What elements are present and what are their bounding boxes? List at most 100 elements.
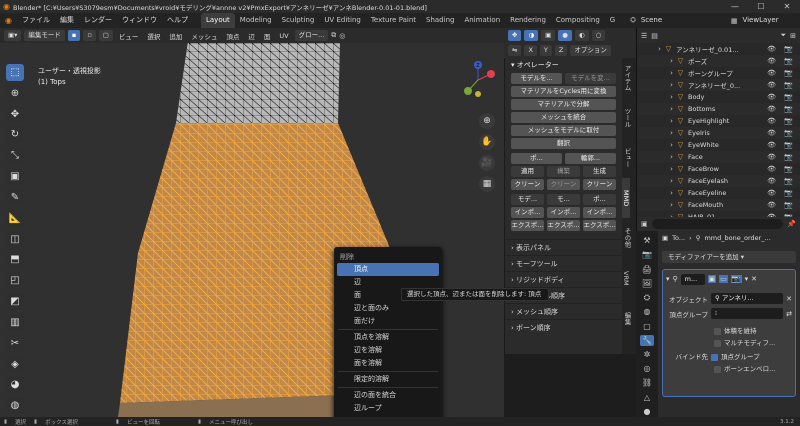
outliner-item[interactable]: › ▽ アンネリーゼ_0.01... 👁 📷 [637, 43, 800, 55]
output-properties-icon[interactable]: 🖨 [640, 263, 654, 274]
tab-view[interactable]: ビュー [622, 138, 632, 178]
tab-modeling[interactable]: Modeling [235, 13, 277, 28]
export-model-button[interactable]: エクスポ... [511, 220, 544, 231]
attach-mesh-button[interactable]: メッシュをモデルに取付 [511, 125, 616, 136]
render-properties-icon[interactable]: 📷 [640, 249, 654, 260]
outliner-item[interactable]: › ▽ EyeIris 👁 📷 [637, 127, 800, 139]
export-pose-button[interactable]: エクスポ... [583, 220, 616, 231]
menu-select[interactable]: 選択 [144, 31, 163, 41]
poly-build-tool-icon[interactable]: ◈ [6, 355, 24, 373]
visibility-toggle-icon[interactable]: 👁 📷 [767, 177, 800, 185]
expand-arrow-icon[interactable]: › [667, 117, 676, 125]
transform-orientation-selector[interactable]: グロー... [294, 30, 329, 41]
shading-solid-icon[interactable]: ● [558, 30, 572, 41]
menu-edge[interactable]: 辺 [245, 31, 258, 41]
zoom-icon[interactable]: ⊕ [479, 113, 495, 129]
visibility-toggle-icon[interactable]: 👁 📷 [767, 117, 800, 125]
merge-meshes-button[interactable]: メッシュを統合 [511, 112, 616, 123]
tab-geometry[interactable]: G [605, 13, 620, 28]
menu-vertex[interactable]: 頂点 [223, 31, 242, 41]
realtime-toggle-icon[interactable]: ▭ [719, 275, 728, 283]
delete-edges-faces-item[interactable]: 辺と面のみ [334, 302, 442, 315]
visibility-toggle-icon[interactable]: 👁 📷 [767, 105, 800, 113]
model-io-button[interactable]: モデ... [511, 194, 544, 205]
particles-properties-icon[interactable]: ✲ [640, 349, 654, 360]
menu-edit[interactable]: 編集 [55, 13, 79, 28]
generate-button[interactable]: 生成 [583, 166, 616, 177]
blender-menu-icon[interactable]: ◉ [0, 16, 17, 25]
menu-mesh[interactable]: メッシュ [188, 31, 220, 41]
knife-tool-icon[interactable]: ✂ [6, 334, 24, 352]
tab-sculpting[interactable]: Sculpting [277, 13, 320, 28]
world-properties-icon[interactable]: ◍ [640, 306, 654, 317]
delete-vertices-item[interactable]: 頂点 [337, 263, 439, 276]
expand-arrow-icon[interactable]: › [667, 129, 676, 137]
split-by-material-button[interactable]: マテリアルで分解 [511, 99, 616, 110]
visibility-toggle-icon[interactable]: 👁 📷 [767, 93, 800, 101]
tab-mmd[interactable]: MMD [622, 178, 630, 218]
snap-icon[interactable]: ⧉ [331, 31, 336, 40]
visibility-toggle-icon[interactable]: 👁 📷 [767, 57, 800, 65]
shading-material-icon[interactable]: ◐ [574, 30, 589, 41]
export-motion-button[interactable]: エクスポ... [547, 220, 580, 231]
multi-modifier-checkbox[interactable]: マルチモディフ... [714, 337, 792, 349]
pose-button[interactable]: ポ... [511, 153, 562, 164]
face-select-mode-icon[interactable]: ▢ [98, 30, 113, 41]
visibility-toggle-icon[interactable]: 👁 📷 [767, 153, 800, 161]
outliner-editor-icon[interactable]: ☰ [641, 32, 647, 40]
expand-arrow-icon[interactable]: › [667, 189, 676, 197]
clean-button-2[interactable]: クリーン [547, 179, 580, 190]
expand-arrow-icon[interactable]: › [655, 45, 664, 53]
tab-animation[interactable]: Animation [459, 13, 505, 28]
expand-arrow-icon[interactable]: › [667, 153, 676, 161]
scene-properties-icon[interactable]: ⛭ [640, 292, 654, 303]
properties-search[interactable] [651, 219, 784, 229]
properties-editor-icon[interactable]: ▣ [641, 220, 648, 228]
limited-dissolve-item[interactable]: 限定的溶解 [334, 373, 442, 386]
collapse-chevron-icon[interactable]: ▾ [666, 275, 670, 283]
gizmo-y-axis[interactable] [464, 87, 472, 95]
viewlayer-selector[interactable]: ViewLayer [737, 13, 783, 28]
rotate-tool-icon[interactable]: ↻ [6, 126, 24, 144]
annotate-tool-icon[interactable]: ✎ [6, 188, 24, 206]
tab-misc[interactable]: その他 [622, 218, 632, 258]
import-model-button[interactable]: インポ... [511, 207, 544, 218]
show-overlays-icon[interactable]: ◑ [524, 30, 539, 41]
visibility-toggle-icon[interactable]: 👁 📷 [767, 141, 800, 149]
tab-layout[interactable]: Layout [200, 13, 235, 28]
select-tool-icon[interactable]: ⬚ [6, 64, 24, 81]
outliner-item[interactable]: › ▽ FaceEyeline 👁 📷 [637, 187, 800, 199]
tab-texture-paint[interactable]: Texture Paint [366, 13, 421, 28]
tab-rendering[interactable]: Rendering [505, 13, 551, 28]
delete-only-faces-item[interactable]: 面だけ [334, 315, 442, 328]
convert-cycles-button[interactable]: マテリアルをCycles用に変換 [511, 86, 616, 97]
material-properties-icon[interactable]: ● [640, 406, 654, 417]
outliner-item[interactable]: › ▽ Body 👁 📷 [637, 91, 800, 103]
tab-uv-editing[interactable]: UV Editing [319, 13, 366, 28]
scene-selector[interactable]: Scene [636, 13, 731, 28]
bone-envelope-checkbox[interactable]: ボーンエンベロ... [714, 363, 792, 375]
mode-selector[interactable]: 編集モード [24, 30, 65, 41]
vertex-groups-checkbox[interactable]: 頂点グループ [711, 351, 760, 363]
model-convert-tab-button[interactable]: モデルを変... [565, 73, 616, 84]
modifier-name-field[interactable]: m... [680, 273, 705, 285]
add-cube-tool-icon[interactable]: ◫ [6, 230, 24, 248]
invert-icon[interactable]: ⇄ [786, 310, 792, 318]
tab-item[interactable]: アイテム [622, 58, 632, 98]
show-gizmo-icon[interactable]: ✥ [508, 30, 522, 41]
navigation-gizmo[interactable]: Z [458, 60, 498, 100]
gizmo-neg-axis[interactable] [475, 91, 481, 97]
edit-mode-toggle-icon[interactable]: ▣ [707, 275, 717, 283]
bone-order-section[interactable]: › ボーン順序 [505, 319, 622, 335]
vertex-group-field[interactable]: ⁝ [711, 308, 784, 319]
model-tab-button[interactable]: モデルを... [511, 73, 562, 84]
expand-arrow-icon[interactable]: › [667, 141, 676, 149]
edge-loops-item[interactable]: 辺ループ [334, 402, 442, 415]
new-collection-icon[interactable]: ⊞ [790, 32, 796, 40]
outliner-filter-icon[interactable]: ⏷ [781, 31, 787, 40]
smooth-tool-icon[interactable]: ◍ [6, 397, 24, 415]
visibility-toggle-icon[interactable]: 👁 📷 [767, 165, 800, 173]
clean-button-3[interactable]: クリーン [583, 179, 616, 190]
clean-button-1[interactable]: クリーン [511, 179, 544, 190]
outliner-item[interactable]: › ▽ FaceBrow 👁 📷 [637, 163, 800, 175]
